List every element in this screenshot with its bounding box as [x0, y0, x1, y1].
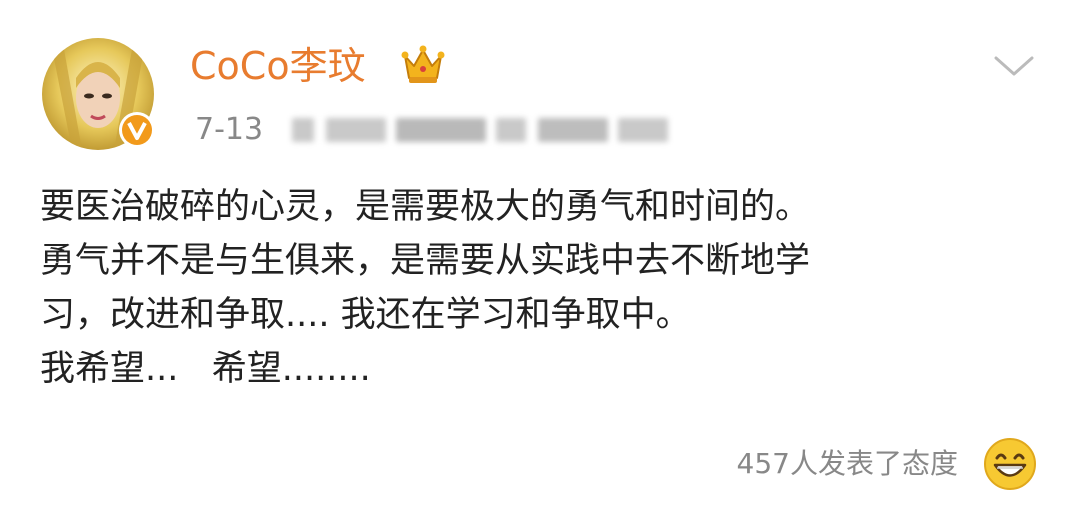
- post-content-line: 要医治破碎的心灵，是需要极大的勇气和时间的。: [40, 187, 811, 227]
- post-content-line: 勇气并不是与生俱来，是需要从实践中去不断地学: [40, 241, 811, 281]
- weibo-post-card: CoCo李玟 7-13 要医治破碎的心灵，是需要极大的勇气和时间的。 勇气并不是…: [0, 0, 1080, 521]
- post-content-line: 习，改进和争取.... 我还在学习和争取中。: [40, 295, 691, 335]
- verified-v-badge-icon: [117, 110, 157, 150]
- post-content: 要医治破碎的心灵，是需要极大的勇气和时间的。 勇气并不是与生俱来，是需要从实践中…: [40, 180, 1040, 396]
- username[interactable]: CoCo李玟: [190, 40, 366, 92]
- crown-icon[interactable]: [400, 42, 446, 86]
- post-content-line: 我希望... 希望........: [40, 349, 371, 389]
- reaction-count[interactable]: 457人发表了态度: [737, 444, 958, 484]
- post-time: 7-13: [195, 112, 264, 147]
- blurred-source-text: [292, 112, 670, 148]
- chevron-down-icon[interactable]: [992, 52, 1036, 80]
- laughing-emoji-icon[interactable]: [982, 436, 1038, 492]
